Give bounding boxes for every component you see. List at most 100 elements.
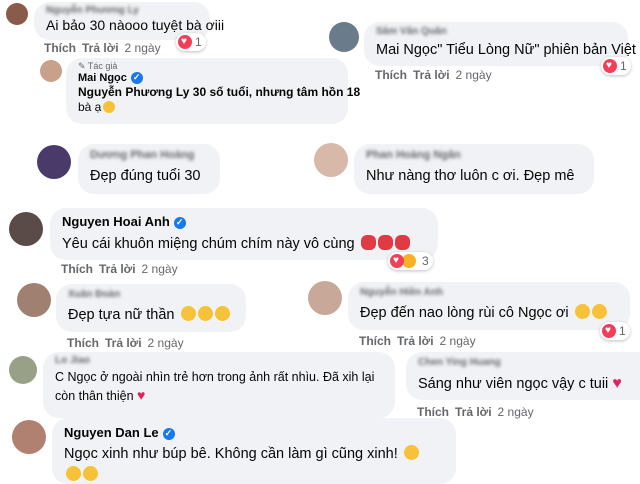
- comment-text: Ai bảo 30 nàooo tuyệt bà ơiii: [46, 17, 225, 33]
- timestamp[interactable]: 2 ngày: [440, 334, 476, 348]
- heart-reaction-icon: [603, 59, 617, 73]
- reply-button[interactable]: Trả lời: [99, 262, 136, 276]
- avatar[interactable]: [314, 143, 348, 177]
- avatar[interactable]: [9, 212, 43, 246]
- comment-bubble: Nguyễn Hiền Anh Đẹp đến nao lòng rùi cô …: [348, 282, 630, 330]
- avatar[interactable]: [308, 281, 342, 315]
- comment-text: Yêu cái khuôn miệng chúm chím này vô cùn…: [62, 235, 426, 254]
- timestamp[interactable]: 2 ngày: [142, 262, 178, 276]
- comment-bubble: Phan Hoàng Ngân Như nàng thơ luôn c ơi. …: [354, 144, 594, 194]
- reaction-count: 3: [422, 254, 429, 268]
- commenter-name[interactable]: Nguyen Dan Le: [64, 425, 444, 440]
- reply-button[interactable]: Trả lời: [82, 41, 119, 55]
- red-heart-emoji-icon: ♥: [612, 375, 622, 392]
- comment-bubble: ✎ Tác giả Mai Ngọc Nguyễn Phương Ly 30 s…: [66, 58, 360, 124]
- hearts-face-emoji-icon: [83, 466, 98, 481]
- commenter-name[interactable]: Mai Ngọc: [78, 71, 336, 85]
- hearts-face-emoji-icon: [66, 466, 81, 481]
- like-button[interactable]: Thích: [375, 68, 407, 82]
- commenter-name[interactable]: Dương Phan Hoàng: [90, 149, 208, 161]
- red-heart-emoji-icon: ♥: [137, 387, 146, 403]
- comment-bubble: Nguyen Dan Le Ngọc xinh như búp bê. Khôn…: [52, 418, 456, 484]
- comment-text: Đẹp tựa nữ thần: [68, 306, 234, 325]
- commenter-name[interactable]: Sâm Văn Quân: [376, 26, 616, 37]
- like-button[interactable]: Thích: [61, 262, 93, 276]
- avatar[interactable]: [17, 283, 51, 317]
- timestamp[interactable]: 2 ngày: [498, 405, 534, 419]
- comment-text-line2: bà ạ: [78, 100, 336, 114]
- comment-text: Mai Ngọc" Tiểu Lòng Nữ" phiên bản Việt: [376, 42, 636, 58]
- comment-text: Đẹp đúng tuổi 30: [90, 168, 201, 184]
- author-tag: ✎ Tác giả: [78, 61, 118, 71]
- commenter-name[interactable]: Nguyễn Hiền Anh: [360, 287, 618, 298]
- commenter-name[interactable]: Xuân Đoàn: [68, 289, 234, 300]
- mentioned-user[interactable]: Nguyễn Phương Ly 30 số tuổi, nhưng tâm h…: [78, 85, 360, 99]
- reply-button[interactable]: Trả lời: [105, 336, 142, 350]
- comment-text: Ngọc xinh như búp bê. Không cần làm gì c…: [64, 445, 444, 464]
- comment-bubble: Nguyen Hoai Anh Yêu cái khuôn miệng chúm…: [50, 208, 438, 260]
- timestamp[interactable]: 2 ngày: [148, 336, 184, 350]
- comment-emoji-line: [64, 466, 444, 484]
- like-button[interactable]: Thích: [44, 41, 76, 55]
- comment-bubble: Lo Jiao C Ngọc ở ngoài nhìn trẻ hơn tron…: [43, 352, 395, 418]
- commenter-name[interactable]: Phan Hoàng Ngân: [366, 149, 582, 161]
- reply-button[interactable]: Trả lời: [413, 68, 450, 82]
- commenter-name[interactable]: Chen Ying Huang: [418, 357, 634, 368]
- hearts-face-emoji-icon: [403, 445, 419, 460]
- blush-emoji-icon: [214, 306, 230, 321]
- comment-bubble: Dương Phan Hoàng Đẹp đúng tuổi 30: [78, 144, 220, 194]
- comment-text: Nguyễn Phương Ly 30 số tuổi, nhưng tâm h…: [78, 84, 360, 100]
- lips-emoji-icon: [377, 235, 393, 250]
- reaction-count: 1: [619, 324, 626, 338]
- avatar[interactable]: [6, 3, 28, 25]
- reply-button[interactable]: Trả lời: [455, 405, 492, 419]
- hearts-face-emoji-icon: [574, 304, 590, 319]
- comment-actions: Thích Trả lời 2 ngày: [417, 405, 540, 419]
- avatar[interactable]: [37, 145, 71, 179]
- heart-reaction-icon: [178, 35, 192, 49]
- avatar[interactable]: [329, 22, 359, 52]
- comment-text: Sáng như viên ngọc vậy c tuii ♥: [418, 375, 622, 392]
- avatar[interactable]: [12, 420, 46, 454]
- reaction-summary[interactable]: 1: [176, 33, 206, 51]
- reaction-count: 1: [620, 59, 627, 73]
- like-button[interactable]: Thích: [359, 334, 391, 348]
- comment-text: Như nàng thơ luôn c ơi. Đẹp mê: [366, 168, 575, 184]
- comment-actions: Thích Trả lời 2 ngày: [359, 334, 482, 348]
- avatar[interactable]: [40, 60, 62, 82]
- verified-badge-icon: [162, 427, 175, 440]
- comment-actions: Thích Trả lời 2 ngày: [61, 262, 184, 276]
- heart-eyes-emoji-icon: [591, 304, 607, 319]
- commenter-name[interactable]: Lo Jiao: [55, 355, 383, 366]
- comment-text: C Ngọc ở ngoài nhìn trẻ hơn trong ảnh rấ…: [55, 370, 375, 384]
- heart-reaction-icon: [602, 324, 616, 338]
- comment-bubble: Sâm Văn Quân Mai Ngọc" Tiểu Lòng Nữ" phi…: [364, 22, 636, 66]
- reaction-summary[interactable]: 1: [600, 322, 630, 340]
- comment-text: Đẹp đến nao lòng rùi cô Ngọc ơi: [360, 304, 618, 323]
- lips-emoji-icon: [360, 235, 376, 250]
- commenter-name[interactable]: Nguyen Hoai Anh: [62, 214, 426, 229]
- comment-text-line2: còn thân thiện ♥: [55, 387, 146, 403]
- heart-reaction-icon: [390, 254, 404, 268]
- reaction-count: 1: [195, 35, 202, 49]
- reply-button[interactable]: Trả lời: [397, 334, 434, 348]
- timestamp[interactable]: 2 ngày: [125, 41, 161, 55]
- like-button[interactable]: Thích: [417, 405, 449, 419]
- comment-bubble: Xuân Đoàn Đẹp tựa nữ thần: [56, 284, 246, 332]
- lips-emoji-icon: [394, 235, 410, 250]
- timestamp[interactable]: 2 ngày: [456, 68, 492, 82]
- commenter-name[interactable]: Nguyễn Phương Ly: [46, 5, 198, 16]
- comment-actions: Thích Trả lời 2 ngày: [375, 68, 498, 82]
- comment-actions: Thích Trả lời 2 ngày: [44, 41, 167, 55]
- blush-emoji-icon: [180, 306, 196, 321]
- laughing-emoji-icon: [103, 101, 116, 114]
- avatar[interactable]: [9, 356, 37, 384]
- comment-actions: Thích Trả lời 2 ngày: [67, 336, 190, 350]
- verified-badge-icon: [173, 216, 186, 229]
- reaction-summary[interactable]: 3: [388, 252, 433, 270]
- reaction-summary[interactable]: 1: [601, 57, 631, 75]
- comment-bubble: Chen Ying Huang Sáng như viên ngọc vậy c…: [406, 352, 640, 400]
- blush-emoji-icon: [197, 306, 213, 321]
- like-button[interactable]: Thích: [67, 336, 99, 350]
- verified-badge-icon: [130, 71, 143, 85]
